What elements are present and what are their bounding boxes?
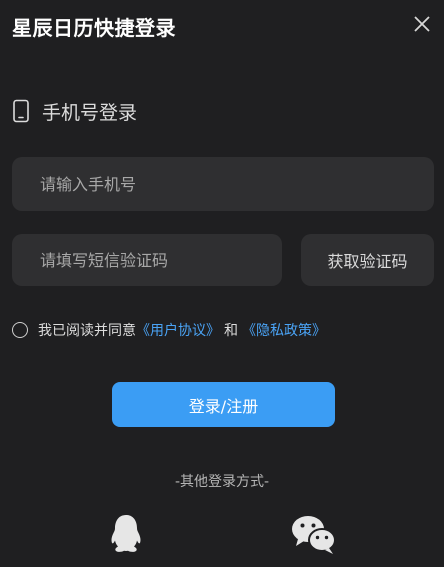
login-register-button[interactable]: 登录/注册 (112, 382, 335, 427)
qq-icon-graphic (111, 515, 141, 552)
section-header: 手机号登录 (12, 98, 137, 124)
get-code-button[interactable]: 获取验证码 (301, 234, 434, 286)
phone-field[interactable] (12, 157, 434, 211)
close-button[interactable] (412, 14, 432, 34)
privacy-policy-link[interactable]: 《隐私政策》 (242, 320, 326, 340)
login-dialog: 星辰日历快捷登录 手机号登录 获取验证码 我已阅读并同意 《用户协议》 和 《隐… (0, 0, 444, 567)
wechat-icon-graphic (292, 516, 336, 554)
other-login-label: -其他登录方式- (174, 474, 270, 490)
user-agreement-link[interactable]: 《用户协议》 (136, 320, 220, 340)
phone-input[interactable] (12, 157, 434, 211)
qq-icon[interactable] (108, 513, 144, 555)
phone-icon (13, 99, 29, 123)
dialog-title: 星辰日历快捷登录 (12, 16, 176, 40)
code-field[interactable] (12, 234, 282, 286)
close-icon (414, 16, 430, 32)
sms-code-input[interactable] (12, 234, 282, 286)
wechat-icon[interactable] (291, 515, 337, 555)
agreement-prefix: 我已阅读并同意 (38, 323, 136, 339)
agreement-row: 我已阅读并同意 《用户协议》 和 《隐私政策》 (12, 320, 326, 340)
agreement-radio[interactable] (12, 322, 28, 338)
section-title: 手机号登录 (42, 101, 138, 124)
agreement-conjunction: 和 (224, 323, 238, 339)
